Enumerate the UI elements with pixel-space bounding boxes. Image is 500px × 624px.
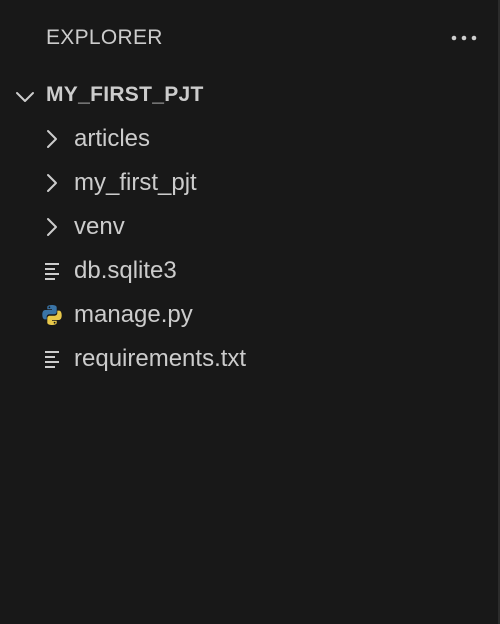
explorer-panel: EXPLORER MY_FIRST_PJT articles my_first_… [0, 0, 500, 624]
chevron-right-icon [47, 130, 57, 148]
tree-file-requirements-txt[interactable]: requirements.txt [0, 337, 498, 381]
chevron-right-icon [47, 218, 57, 236]
tree-folder-venv[interactable]: venv [0, 205, 498, 249]
tree-folder-articles[interactable]: articles [0, 117, 498, 161]
tree-item-label: venv [74, 213, 125, 240]
more-actions-icon [451, 35, 477, 41]
file-tree: articles my_first_pjt venv db.sqlite3 ma… [0, 117, 498, 381]
tree-file-manage-py[interactable]: manage.py [0, 293, 498, 337]
tree-item-label: articles [74, 125, 151, 152]
workspace-folder-header[interactable]: MY_FIRST_PJT [0, 74, 498, 118]
tree-item-label: db.sqlite3 [74, 257, 177, 284]
explorer-title: EXPLORER [46, 26, 163, 49]
chevron-right-icon [47, 174, 57, 192]
tree-file-db-sqlite3[interactable]: db.sqlite3 [0, 249, 498, 293]
tree-folder-my-first-pjt[interactable]: my_first_pjt [0, 161, 498, 205]
tree-item-label: requirements.txt [74, 345, 247, 372]
python-file-icon [42, 305, 62, 325]
text-file-icon [45, 263, 59, 280]
workspace-folder-name: MY_FIRST_PJT [46, 83, 204, 106]
chevron-down-icon [16, 92, 34, 102]
tree-item-label: manage.py [74, 301, 193, 328]
text-file-icon [45, 351, 59, 368]
explorer-title-bar: EXPLORER [0, 0, 498, 72]
more-actions-button[interactable] [444, 22, 484, 54]
tree-item-label: my_first_pjt [74, 169, 197, 196]
